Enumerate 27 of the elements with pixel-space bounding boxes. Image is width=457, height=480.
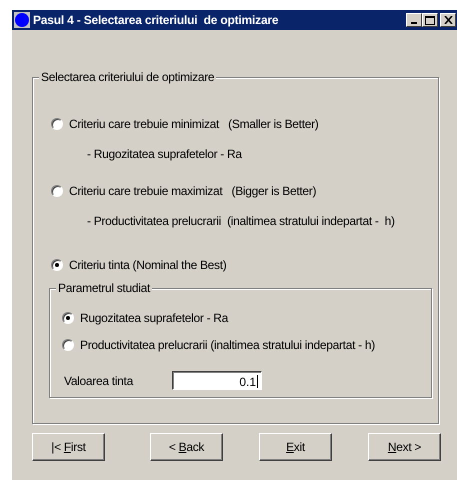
radio-button[interactable] (51, 259, 63, 271)
radio-label: Productivitatea prelucrarii (inaltimea stratului indepartat - h) (80, 338, 375, 352)
maximize-button[interactable] (422, 13, 438, 27)
app-icon (14, 12, 30, 28)
group-title: Parametrul studiat (56, 281, 152, 295)
nav-button[interactable]: |< First (32, 433, 105, 461)
radio-label: Criteriu care trebuie maximizat (Bigger is Better) (69, 184, 316, 198)
radio-label: Criteriu care trebuie minimizat (Smaller is Better) (69, 117, 319, 131)
radio-button[interactable] (51, 118, 63, 130)
close-button[interactable] (440, 13, 456, 27)
criterion-detail: - Rugozitatea suprafetelor - Ra (87, 147, 242, 161)
criterion-detail: - Productivitatea prelucrarii (inaltimea stratului indepartat - h) (87, 214, 395, 228)
field-label: Valoarea tinta (64, 374, 134, 388)
group-title: Selectarea criteriului de optimizare (39, 70, 216, 84)
radio-label: Criteriu tinta (Nominal the Best) (69, 258, 226, 272)
nav-button[interactable]: < Back (150, 433, 223, 461)
radio-label: Rugozitatea suprafetelor - Ra (80, 311, 228, 325)
window-title: Pasul 4 - Selectarea criteriului de optimizare (33, 13, 280, 27)
maximize-icon (425, 16, 435, 24)
nav-button[interactable]: Next > (368, 433, 441, 461)
radio-button[interactable] (62, 339, 74, 351)
nav-button[interactable]: Exit (259, 433, 332, 461)
minimize-button[interactable] (406, 13, 422, 27)
radio-button[interactable] (62, 312, 74, 324)
target-value-field[interactable]: 0.1 (172, 371, 262, 390)
radio-button[interactable] (51, 185, 63, 197)
close-icon (444, 16, 452, 24)
